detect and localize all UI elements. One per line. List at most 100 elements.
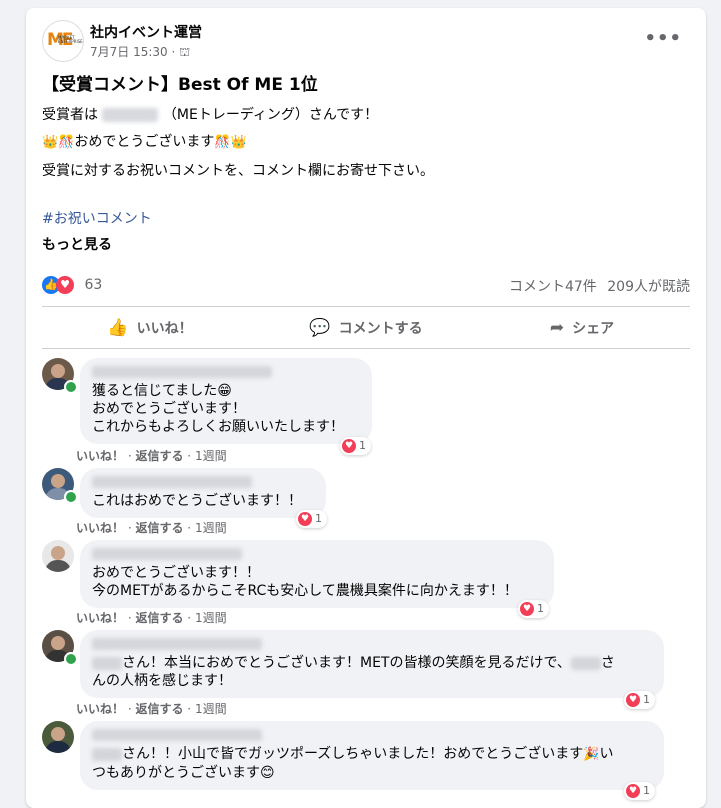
thumbs-up-icon: 👍 bbox=[107, 318, 129, 338]
post-line-1: 受賞者は （MEトレーディング）さんです！ bbox=[42, 104, 378, 124]
comment-text: これからもよろしくお願いいたします！ bbox=[92, 419, 344, 435]
comment-text: 獲ると信じてました😁 bbox=[92, 383, 232, 399]
group-logo[interactable]: ME MARKET ENTERPRISE bbox=[42, 20, 84, 62]
comment-like-link[interactable]: いいね！ bbox=[76, 611, 124, 625]
reaction-count: 1 bbox=[537, 602, 544, 615]
crown-icon: 👑 bbox=[42, 135, 59, 150]
like-button[interactable]: 👍 いいね！ bbox=[42, 310, 258, 346]
comment-text: い bbox=[599, 746, 614, 762]
comment-text: おめでとうございます！！ bbox=[92, 565, 260, 581]
comment-footer: いいね！ · 返信する · 1週間 bbox=[76, 702, 227, 716]
reaction-count: 1 bbox=[315, 512, 322, 525]
comment-text: 今のMETがあるからこそRCも安心して農機具案件に向かえます！！ bbox=[92, 583, 518, 599]
blurred-commenter-name[interactable] bbox=[92, 548, 242, 560]
post-meta: 7月7日 15:30 · ⛫ bbox=[90, 43, 190, 61]
like-label: いいね！ bbox=[136, 321, 193, 337]
comment-reply-link[interactable]: 返信する bbox=[135, 611, 183, 625]
comment-reaction[interactable]: ♥ 1 bbox=[624, 782, 655, 800]
blurred-commenter-name[interactable] bbox=[92, 729, 262, 741]
comment-reaction[interactable]: ♥ 1 bbox=[296, 510, 327, 528]
comment-text: さん！本当におめでとうございます！METの皆様の笑顔を見るだけで、 bbox=[122, 655, 571, 671]
comment-reply-link[interactable]: 返信する bbox=[135, 449, 183, 463]
line1-post: （MEトレーディング）さんです！ bbox=[162, 107, 379, 123]
audience-icon[interactable]: ⛫ bbox=[179, 45, 190, 59]
online-indicator bbox=[64, 652, 78, 666]
comment-time[interactable]: 1週間 bbox=[195, 702, 227, 716]
group-name[interactable]: 社内イベント運営 bbox=[90, 22, 202, 42]
divider bbox=[42, 306, 690, 307]
comment-like-link[interactable]: いいね！ bbox=[76, 702, 124, 716]
comment-bubble: これはおめでとうございます！！ bbox=[80, 468, 326, 518]
crown-icon: 👑 bbox=[230, 135, 247, 150]
share-button[interactable]: ➦ シェア bbox=[474, 310, 690, 346]
comment-bubble: おめでとうございます！！ 今のMETがあるからこそRCも安心して農機具案件に向か… bbox=[80, 540, 554, 608]
post-header: ME MARKET ENTERPRISE 社内イベント運営 7月7日 15:30… bbox=[42, 20, 692, 64]
divider bbox=[42, 348, 690, 349]
online-indicator bbox=[64, 380, 78, 394]
hashtag-link[interactable]: #お祝いコメント bbox=[42, 208, 152, 228]
comment-reply-link[interactable]: 返信する bbox=[135, 521, 183, 535]
comment-text: んの人柄を感じます！ bbox=[92, 673, 232, 689]
share-icon: ➦ bbox=[549, 318, 565, 338]
comment-like-link[interactable]: いいね！ bbox=[76, 521, 124, 535]
comment-reply-link[interactable]: 返信する bbox=[135, 702, 183, 716]
comment-footer: いいね！ · 返信する · 1週間 bbox=[76, 449, 227, 463]
comment-time[interactable]: 1週間 bbox=[195, 521, 227, 535]
comment-text-line: さん！！小山で皆でガッツポーズしちゃいました！おめでとうございます🎉い bbox=[92, 745, 652, 764]
share-label: シェア bbox=[572, 321, 615, 337]
reaction-count: 1 bbox=[359, 439, 366, 452]
avatar[interactable] bbox=[42, 721, 74, 753]
party-popper-icon: 🎉 bbox=[583, 747, 600, 762]
comment-footer: いいね！ · 返信する · 1週間 bbox=[76, 521, 227, 535]
post-actions: 👍 いいね！ 💬 コメントする ➦ シェア bbox=[42, 310, 690, 346]
comment-label: コメントする bbox=[338, 321, 423, 337]
post-title: 【受賞コメント】Best Of ME 1位 bbox=[42, 75, 318, 95]
post-card: ME MARKET ENTERPRISE 社内イベント運営 7月7日 15:30… bbox=[26, 8, 706, 808]
blurred-mention[interactable] bbox=[570, 656, 601, 670]
post-date[interactable]: 7月7日 15:30 bbox=[90, 45, 168, 59]
blurred-commenter-name[interactable] bbox=[92, 476, 252, 488]
heart-icon: ♥ bbox=[626, 693, 640, 707]
reactions-summary[interactable]: 👍 ♥ 63 bbox=[42, 276, 102, 294]
party-icon: 🎊 bbox=[58, 135, 75, 150]
seen-count[interactable]: 209人が既読 bbox=[607, 279, 690, 295]
comment-like-link[interactable]: いいね！ bbox=[76, 449, 124, 463]
comments-count[interactable]: コメント47件 bbox=[509, 279, 597, 295]
line1-pre: 受賞者は bbox=[42, 107, 98, 123]
comment-time[interactable]: 1週間 bbox=[195, 611, 227, 625]
comment-bubble: さん！本当におめでとうございます！METの皆様の笑顔を見るだけで、 さ んの人柄を… bbox=[80, 630, 664, 698]
comment-time[interactable]: 1週間 bbox=[195, 449, 227, 463]
comment-bubble: 獲ると信じてました😁 おめでとうございます！ これからもよろしくお願いいたします… bbox=[80, 358, 372, 444]
comment-reaction[interactable]: ♥ 1 bbox=[518, 600, 549, 618]
see-more-link[interactable]: もっと見る bbox=[42, 234, 112, 254]
comment-text: おめでとうございます！ bbox=[92, 401, 246, 417]
comment-text: さん！！小山で皆でガッツポーズしちゃいました！おめでとうございます bbox=[122, 746, 584, 762]
party-icon: 🎊 bbox=[214, 135, 231, 150]
blurred-mention[interactable] bbox=[92, 656, 122, 670]
comment-reaction[interactable]: ♥ 1 bbox=[624, 691, 655, 709]
comment-text: つもありがとうございます😊 bbox=[92, 765, 275, 781]
blurred-commenter-name[interactable] bbox=[92, 366, 272, 378]
online-indicator bbox=[64, 490, 78, 504]
comment-icon: 💬 bbox=[309, 318, 331, 338]
blurred-name bbox=[102, 108, 159, 122]
meta-separator: · bbox=[171, 45, 176, 59]
post-line-2: 👑🎊おめでとうございます🎊👑 bbox=[42, 131, 247, 151]
reaction-count: 1 bbox=[643, 693, 650, 706]
comment-text-line: さん！本当におめでとうございます！METの皆様の笑顔を見るだけで、 さ bbox=[92, 654, 652, 672]
avatar[interactable] bbox=[42, 540, 74, 572]
comment-bubble: さん！！小山で皆でガッツポーズしちゃいました！おめでとうございます🎉い つもあり… bbox=[80, 721, 664, 790]
comment-footer: いいね！ · 返信する · 1週間 bbox=[76, 611, 227, 625]
love-reaction-icon: ♥ bbox=[56, 276, 74, 294]
blurred-commenter-name[interactable] bbox=[92, 638, 262, 650]
line2-text: おめでとうございます bbox=[74, 134, 215, 150]
comment-text: これはおめでとうございます！！ bbox=[92, 493, 302, 509]
comment-button[interactable]: 💬 コメントする bbox=[258, 310, 474, 346]
more-options-button[interactable]: ••• bbox=[644, 28, 682, 49]
heart-icon: ♥ bbox=[520, 602, 534, 616]
heart-icon: ♥ bbox=[298, 512, 312, 526]
blurred-mention[interactable] bbox=[92, 747, 122, 761]
comment-reaction[interactable]: ♥ 1 bbox=[340, 437, 371, 455]
post-line-3: 受賞に対するお祝いコメントを、コメント欄にお寄せ下さい。 bbox=[42, 163, 434, 179]
heart-icon: ♥ bbox=[626, 784, 640, 798]
